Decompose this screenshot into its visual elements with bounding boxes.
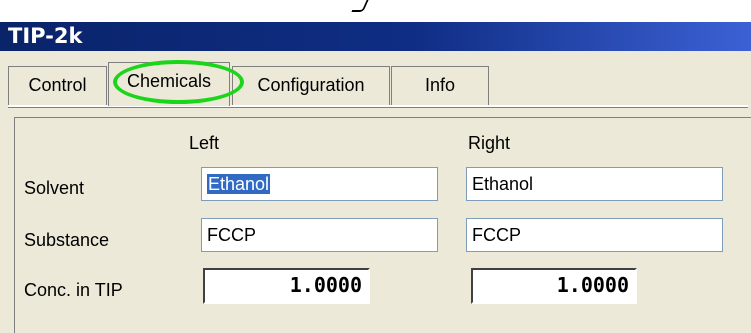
right-substance-value: FCCP — [472, 225, 521, 245]
right-solvent-field[interactable]: Ethanol — [466, 167, 723, 201]
tab-chemicals-label: Chemicals — [126, 71, 212, 91]
concentration-label: Conc. in TIP — [24, 280, 123, 300]
top-background-area — [0, 0, 751, 22]
tab-chemicals[interactable]: Chemicals — [108, 62, 230, 106]
tab-control[interactable]: Control — [8, 66, 107, 105]
right-column-heading: Right — [468, 133, 511, 153]
right-concentration-value: 1.0000 — [556, 273, 629, 297]
right-solvent-value: Ethanol — [472, 174, 534, 194]
tab-panel-top-shadow — [8, 107, 748, 108]
solvent-label: Solvent — [24, 178, 85, 198]
tab-strip: Control Chemicals Configuration Info — [8, 59, 728, 106]
left-substance-field[interactable]: FCCP — [201, 218, 438, 252]
substance-label: Substance — [24, 230, 110, 250]
tab-info[interactable]: Info — [391, 66, 489, 105]
screenshot-stage: TIP-2k Control Chemicals Configuration I… — [0, 0, 751, 333]
top-cropped-stroke — [351, 0, 369, 12]
right-substance-field[interactable]: FCCP — [466, 218, 723, 252]
right-concentration-field[interactable]: 1.0000 — [471, 268, 637, 304]
tab-info-label: Info — [424, 75, 456, 95]
window-title: TIP-2k — [8, 24, 83, 48]
left-concentration-field[interactable]: 1.0000 — [203, 268, 370, 304]
left-solvent-selected-value: Ethanol — [207, 174, 271, 194]
left-solvent-field[interactable]: Ethanol — [201, 167, 438, 201]
tab-configuration-label: Configuration — [257, 75, 365, 95]
tip-2k-window: Control Chemicals Configuration Info Lef… — [0, 51, 751, 333]
tab-control-label: Control — [28, 75, 87, 95]
left-concentration-value: 1.0000 — [289, 273, 362, 297]
left-substance-value: FCCP — [207, 225, 256, 245]
tab-configuration[interactable]: Configuration — [232, 66, 390, 105]
window-title-bar[interactable]: TIP-2k — [0, 22, 751, 51]
left-column-heading: Left — [189, 133, 220, 153]
